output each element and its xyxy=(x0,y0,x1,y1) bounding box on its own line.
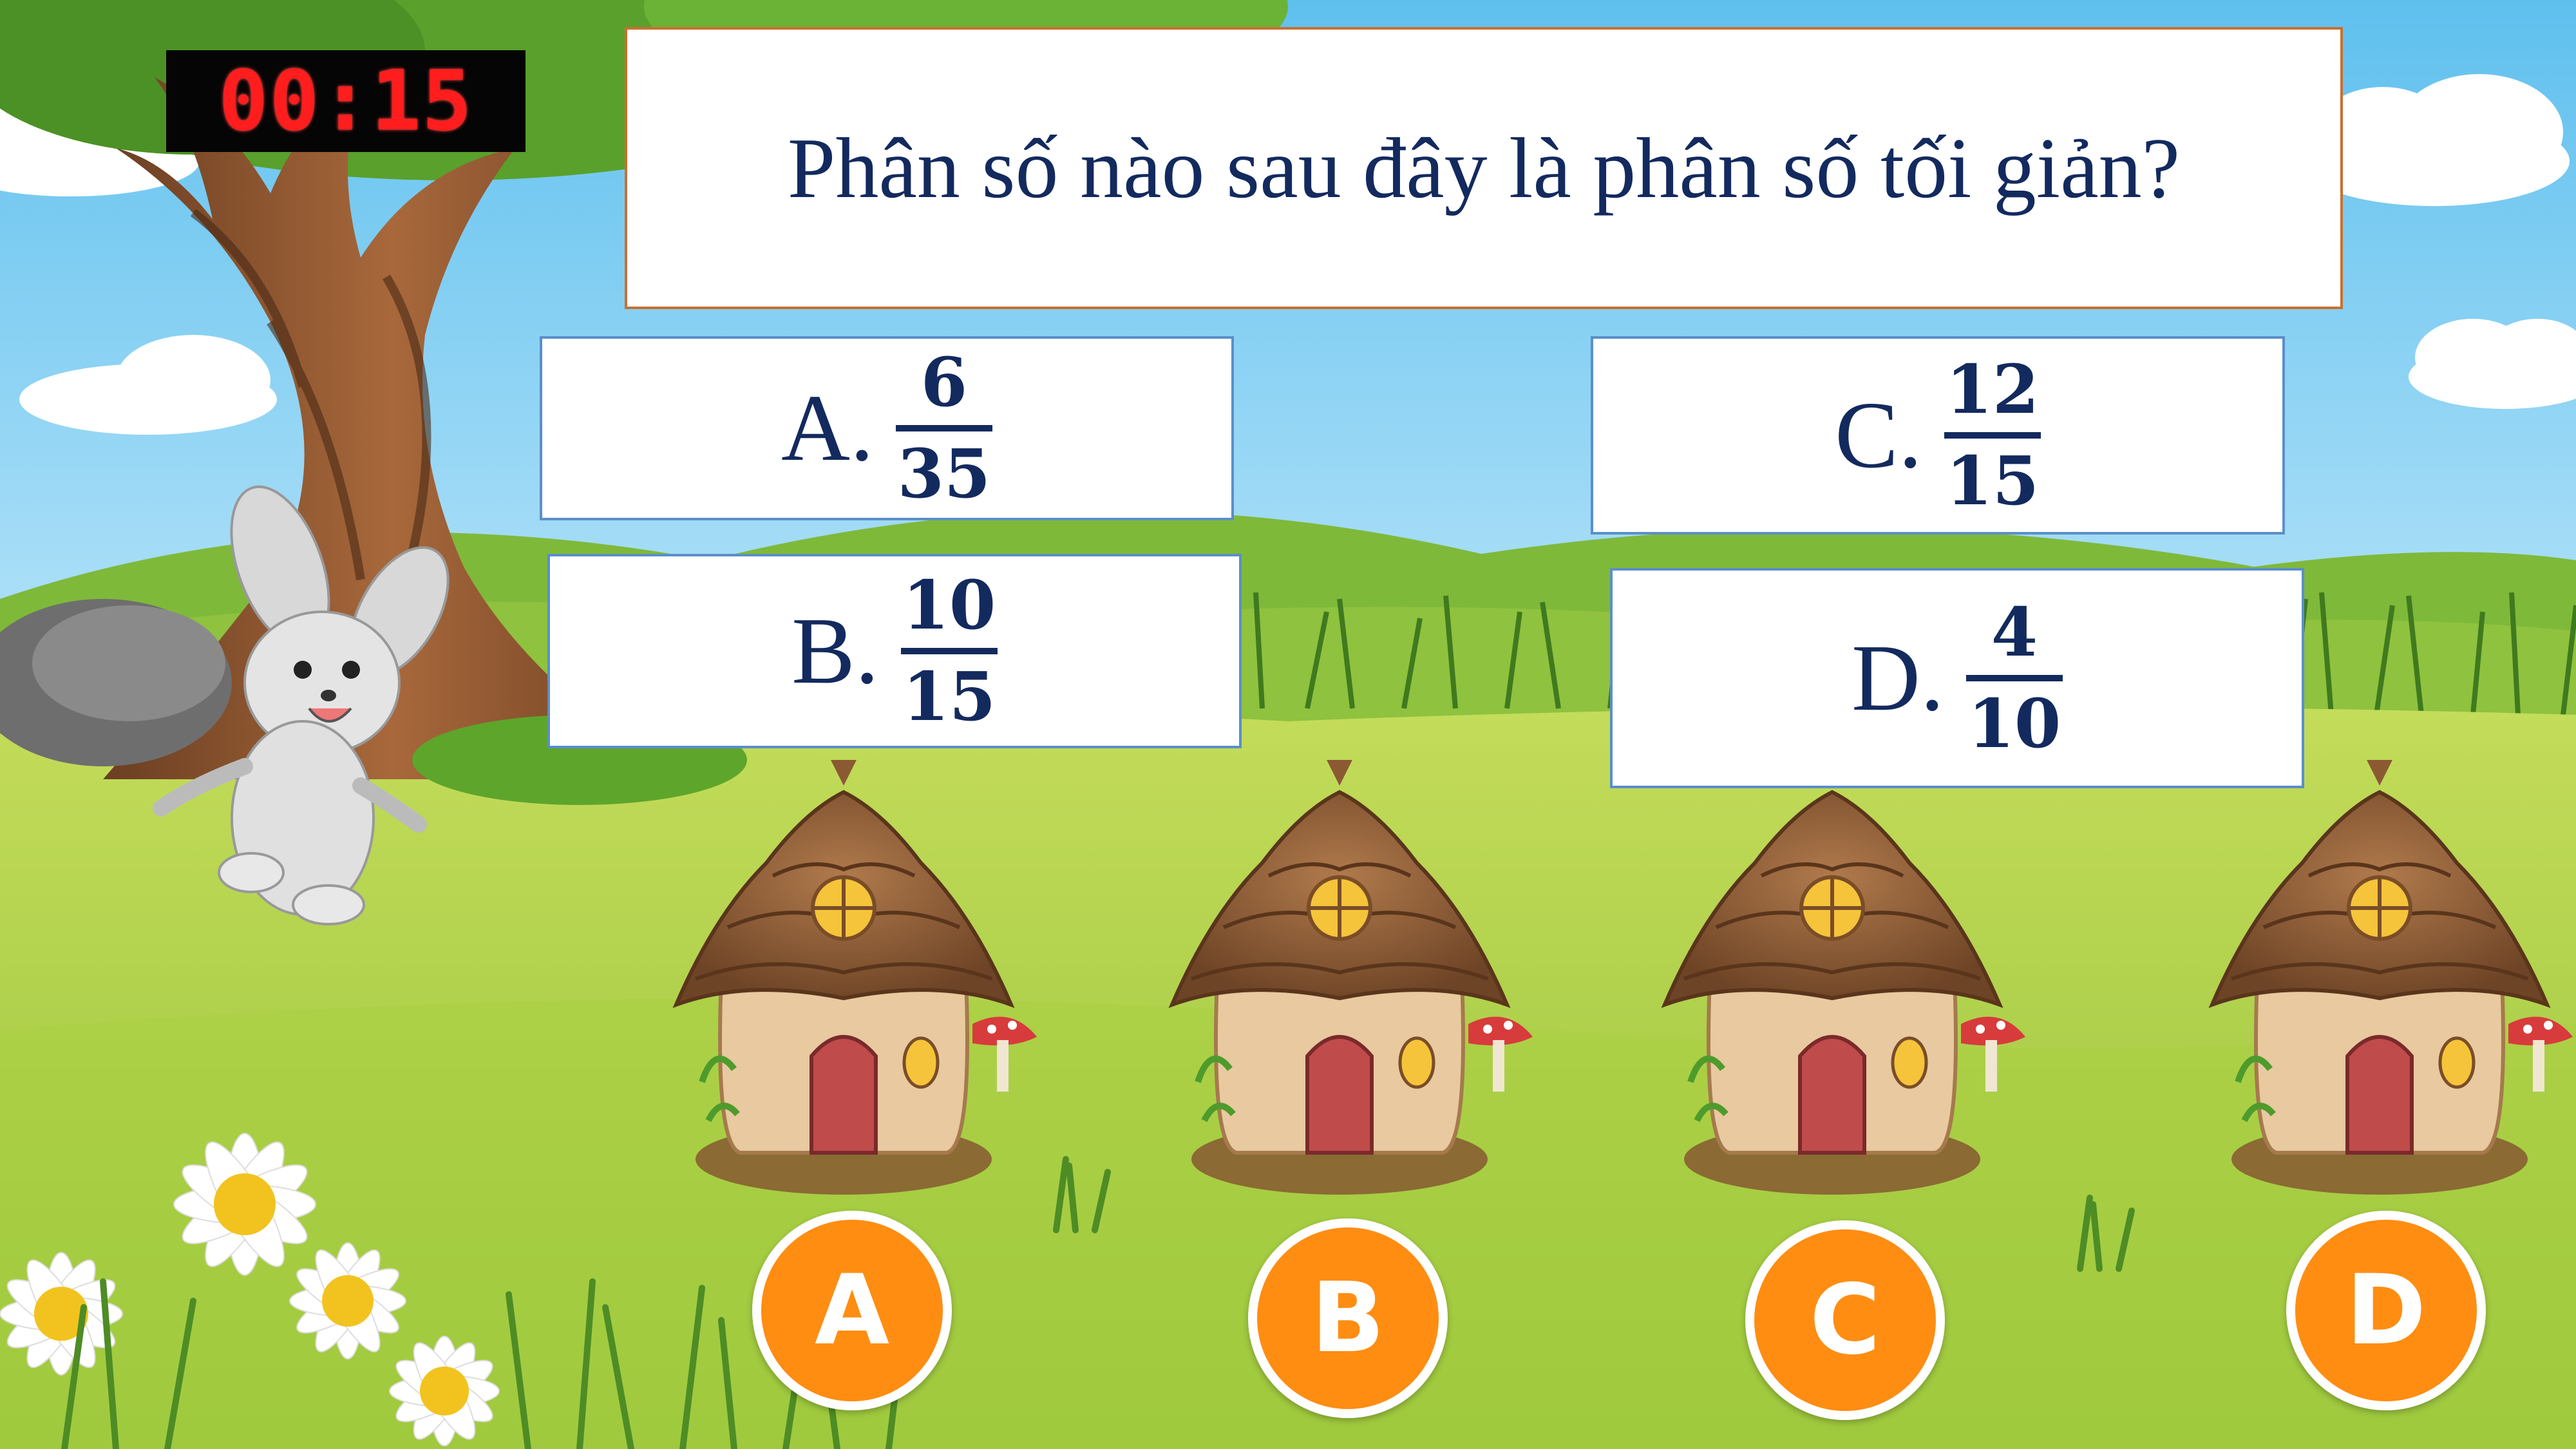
question-text: Phân số nào sau đây là phân số tối giản? xyxy=(787,120,2181,216)
numerator: 4 xyxy=(1991,592,2038,672)
fraction-bar xyxy=(895,425,992,431)
numerator: 6 xyxy=(920,343,968,422)
question-box: Phân số nào sau đây là phân số tối giản? xyxy=(625,27,2343,309)
fraction-bar xyxy=(1944,432,2041,439)
answer-letter: A. xyxy=(781,375,874,481)
choice-button-d[interactable]: D xyxy=(2286,1211,2486,1410)
choice-button-c[interactable]: C xyxy=(1745,1220,1945,1420)
answer-option-c: C. 12 15 xyxy=(1591,336,2285,535)
fraction-bar xyxy=(900,648,998,654)
countdown-timer: 00:15 xyxy=(166,50,526,152)
denominator: 15 xyxy=(1946,441,2040,520)
fraction: 10 15 xyxy=(900,565,998,736)
answer-option-d: D. 4 10 xyxy=(1610,568,2304,788)
choice-button-a[interactable]: A xyxy=(752,1211,952,1410)
answer-option-a: A. 6 35 xyxy=(540,336,1234,520)
numerator: 10 xyxy=(902,565,996,645)
answer-option-b: B. 10 15 xyxy=(547,554,1242,748)
fraction: 4 10 xyxy=(1965,592,2063,763)
answer-letter: C. xyxy=(1835,383,1922,488)
answer-letter: B. xyxy=(791,598,879,704)
answer-letter: D. xyxy=(1852,625,1944,731)
numerator: 12 xyxy=(1946,350,2040,430)
fraction: 6 35 xyxy=(895,343,992,513)
denominator: 10 xyxy=(1967,684,2061,763)
fraction-bar xyxy=(1965,675,2063,681)
choice-button-b[interactable]: B xyxy=(1248,1218,1448,1418)
fraction: 12 15 xyxy=(1944,351,2041,519)
denominator: 15 xyxy=(902,657,996,736)
denominator: 35 xyxy=(897,434,991,513)
cloud xyxy=(2409,319,2576,409)
